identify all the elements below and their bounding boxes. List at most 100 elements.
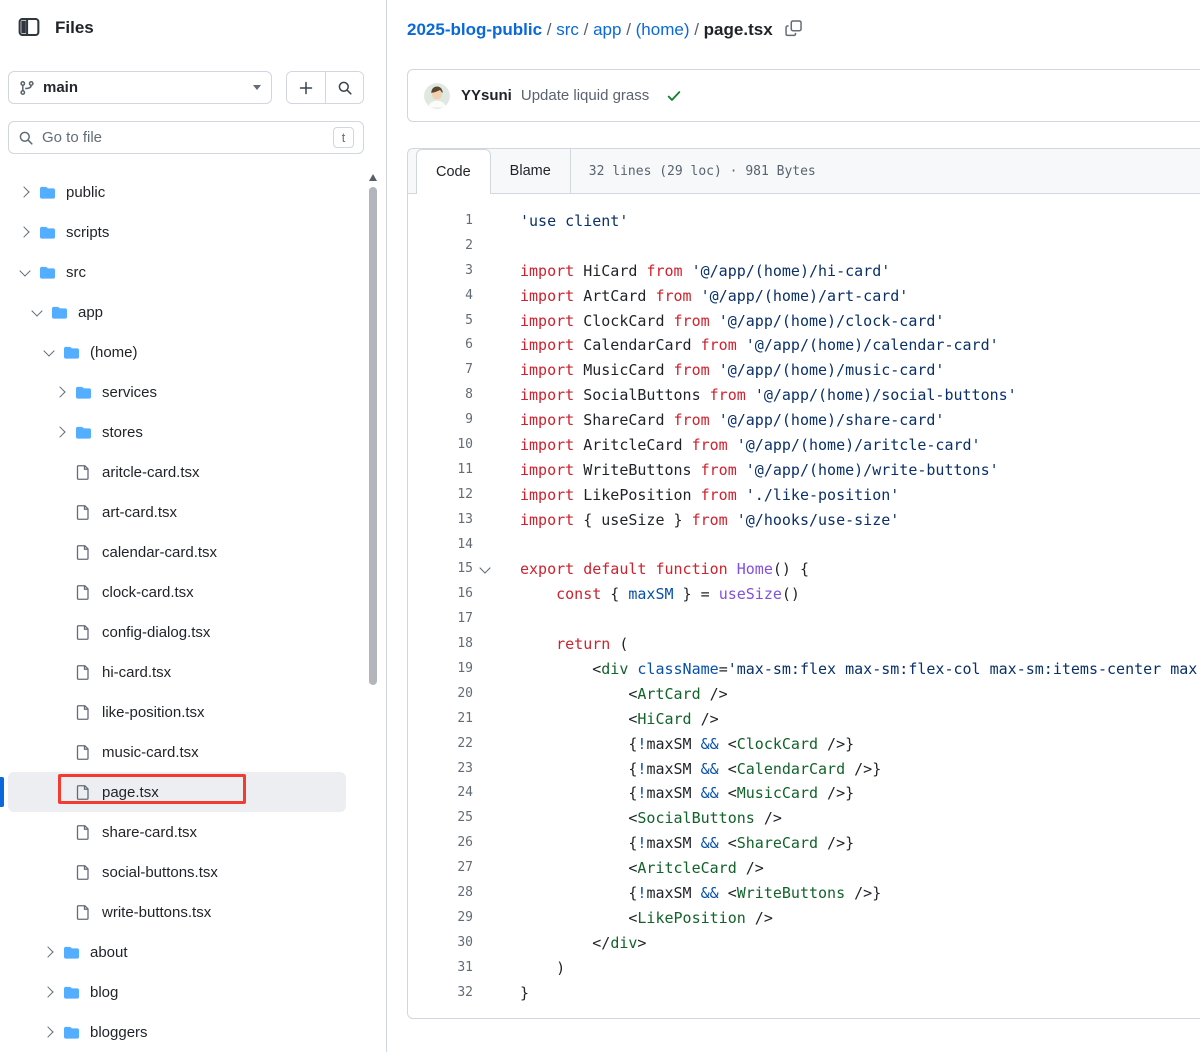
- commit-message[interactable]: Update liquid grass: [521, 87, 649, 104]
- line-number[interactable]: 8: [408, 383, 473, 408]
- code-panel-header: CodeBlame 32 lines (29 loc) · 981 Bytes: [408, 149, 1200, 194]
- code-text: import ArtCard from '@/app/(home)/art-ca…: [497, 284, 908, 309]
- line-number[interactable]: 16: [408, 582, 473, 607]
- line-number[interactable]: 13: [408, 508, 473, 533]
- line-number[interactable]: 24: [408, 781, 473, 806]
- code-line: 30 </div>: [408, 931, 1200, 956]
- file-icon: [75, 544, 93, 560]
- file-meta-text: 32 lines (29 loc) · 981 Bytes: [589, 164, 816, 179]
- line-number[interactable]: 3: [408, 259, 473, 284]
- file-icon: [75, 864, 93, 880]
- tree-folder-stores[interactable]: stores: [8, 412, 346, 452]
- code-text: import LikePosition from './like-positio…: [497, 483, 899, 508]
- tree-folder-(home)[interactable]: (home): [8, 332, 346, 372]
- commit-check-icon[interactable]: [666, 88, 682, 104]
- code-line: 5 import ClockCard from '@/app/(home)/clo…: [408, 309, 1200, 334]
- tree-file-music-card.tsx[interactable]: music-card.tsx: [8, 732, 346, 772]
- folder-icon: [63, 1024, 81, 1040]
- latest-commit-bar: YYsuni Update liquid grass: [407, 69, 1200, 122]
- breadcrumb-link[interactable]: app: [593, 20, 621, 39]
- tree-file-write-buttons.tsx[interactable]: write-buttons.tsx: [8, 892, 346, 932]
- tree-folder-public[interactable]: public: [8, 172, 346, 212]
- tree-file-page.tsx[interactable]: page.tsx: [8, 772, 346, 812]
- tree-folder-services[interactable]: services: [8, 372, 346, 412]
- scroll-up-arrow-icon[interactable]: [369, 174, 377, 181]
- line-number[interactable]: 17: [408, 607, 473, 632]
- folder-icon: [75, 424, 93, 440]
- line-number[interactable]: 25: [408, 806, 473, 831]
- code-text: import ClockCard from '@/app/(home)/cloc…: [497, 309, 944, 334]
- tree-file-config-dialog.tsx[interactable]: config-dialog.tsx: [8, 612, 346, 652]
- code-text: [497, 234, 520, 259]
- search-toggle-button[interactable]: [325, 72, 363, 103]
- folder-icon: [63, 984, 81, 1000]
- copy-path-button[interactable]: [785, 20, 802, 37]
- tree-file-aritcle-card.tsx[interactable]: aritcle-card.tsx: [8, 452, 346, 492]
- line-number[interactable]: 2: [408, 234, 473, 259]
- tree-file-art-card.tsx[interactable]: art-card.tsx: [8, 492, 346, 532]
- line-number[interactable]: 31: [408, 956, 473, 981]
- tree-file-hi-card.tsx[interactable]: hi-card.tsx: [8, 652, 346, 692]
- line-number[interactable]: 7: [408, 358, 473, 383]
- tree-file-social-buttons.tsx[interactable]: social-buttons.tsx: [8, 852, 346, 892]
- tree-folder-blog[interactable]: blog: [8, 972, 346, 1012]
- line-number[interactable]: 18: [408, 632, 473, 657]
- code-line: 24 {!maxSM && <MusicCard />}: [408, 781, 1200, 806]
- code-line: 2: [408, 234, 1200, 259]
- tree-item-label: hi-card.tsx: [102, 664, 171, 681]
- line-number[interactable]: 4: [408, 284, 473, 309]
- line-number[interactable]: 19: [408, 657, 473, 682]
- line-number[interactable]: 1: [408, 209, 473, 234]
- breadcrumb-link[interactable]: (home): [636, 20, 690, 39]
- file-icon: [75, 904, 93, 920]
- tree-folder-scripts[interactable]: scripts: [8, 212, 346, 252]
- tree-file-like-position.tsx[interactable]: like-position.tsx: [8, 692, 346, 732]
- line-number[interactable]: 23: [408, 757, 473, 782]
- add-file-button[interactable]: [287, 72, 325, 103]
- line-number[interactable]: 15: [408, 557, 473, 582]
- code-line: 12 import LikePosition from './like-posit…: [408, 483, 1200, 508]
- line-number[interactable]: 20: [408, 682, 473, 707]
- code-line: 10import AritcleCard from '@/app/(home)/…: [408, 433, 1200, 458]
- tree-folder-bloggers[interactable]: bloggers: [8, 1012, 346, 1052]
- line-number[interactable]: 30: [408, 931, 473, 956]
- tab-blame[interactable]: Blame: [491, 149, 570, 193]
- breadcrumb-repo-link[interactable]: 2025-blog-public: [407, 20, 542, 39]
- line-number[interactable]: 32: [408, 981, 473, 1006]
- breadcrumb-link[interactable]: src: [556, 20, 579, 39]
- tree-file-clock-card.tsx[interactable]: clock-card.tsx: [8, 572, 346, 612]
- commit-author-avatar[interactable]: [424, 83, 450, 109]
- line-number[interactable]: 22: [408, 732, 473, 757]
- line-number[interactable]: 12: [408, 483, 473, 508]
- line-number[interactable]: 10: [408, 433, 473, 458]
- fold-chevron-icon[interactable]: [479, 562, 490, 573]
- file-icon: [75, 584, 93, 600]
- code-line: 1'use client': [408, 209, 1200, 234]
- scrollbar-thumb[interactable]: [369, 187, 377, 685]
- line-number[interactable]: 9: [408, 408, 473, 433]
- line-number[interactable]: 29: [408, 906, 473, 931]
- tree-folder-app[interactable]: app: [8, 292, 346, 332]
- goto-file-input[interactable]: [42, 129, 325, 146]
- tree-file-calendar-card.tsx[interactable]: calendar-card.tsx: [8, 532, 346, 572]
- line-number[interactable]: 6: [408, 333, 473, 358]
- collapse-sidebar-button[interactable]: [16, 15, 42, 41]
- commit-author-name[interactable]: YYsuni: [461, 87, 512, 104]
- line-number[interactable]: 26: [408, 831, 473, 856]
- code-text: {!maxSM && <MusicCard />}: [497, 781, 854, 806]
- line-number[interactable]: 5: [408, 309, 473, 334]
- tree-file-share-card.tsx[interactable]: share-card.tsx: [8, 812, 346, 852]
- line-number[interactable]: 11: [408, 458, 473, 483]
- code-line: 28 {!maxSM && <WriteButtons />}: [408, 881, 1200, 906]
- tree-folder-src[interactable]: src: [8, 252, 346, 292]
- code-text: </div>: [497, 931, 646, 956]
- branch-selector-button[interactable]: main: [8, 71, 272, 104]
- tree-folder-about[interactable]: about: [8, 932, 346, 972]
- shortcut-key-badge: t: [333, 127, 354, 148]
- line-number[interactable]: 27: [408, 856, 473, 881]
- tab-code[interactable]: Code: [416, 149, 491, 194]
- file-icon: [75, 744, 93, 760]
- line-number[interactable]: 14: [408, 533, 473, 558]
- line-number[interactable]: 21: [408, 707, 473, 732]
- line-number[interactable]: 28: [408, 881, 473, 906]
